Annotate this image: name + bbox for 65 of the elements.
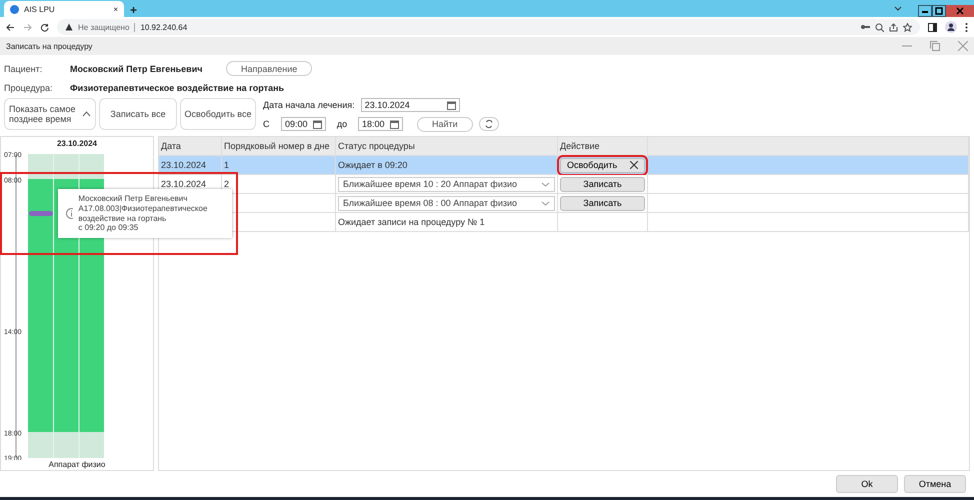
- table-cell: Ожидает в 09:20: [336, 156, 558, 175]
- column-header: Статус процедуры: [336, 137, 558, 156]
- schedule-date: 23.10.2024: [56, 139, 98, 148]
- security-label: Не защищено: [78, 22, 130, 32]
- reload-icon[interactable]: [40, 22, 49, 32]
- tooltip-text: Московский Петр Евгеньевич: [78, 194, 188, 204]
- chevron-icon: [541, 200, 550, 206]
- table-cell: Ожидает записи на процедуру № 1: [336, 213, 558, 232]
- table-cell: 1: [222, 156, 336, 175]
- key-icon[interactable]: [861, 24, 870, 30]
- site-icon: [10, 4, 19, 14]
- calendar-icon: [390, 120, 399, 128]
- time-select[interactable]: Ближайшее время 10 : 20 Аппарат физио: [338, 176, 555, 192]
- to-label: до: [336, 119, 348, 129]
- info-icon: [66, 208, 74, 219]
- column-header: Порядковый номер в дне: [222, 137, 336, 156]
- cancel-button[interactable]: Отмена: [904, 475, 966, 493]
- chevron-icon: [541, 182, 550, 186]
- start-date-field[interactable]: 23.10.2024: [360, 98, 460, 112]
- referral-button[interactable]: Направление: [226, 61, 312, 76]
- share-icon[interactable]: [889, 22, 898, 32]
- find-button[interactable]: Найти: [417, 116, 473, 132]
- release-all-button[interactable]: Освободить все: [180, 98, 256, 130]
- sidebar-icon[interactable]: [928, 22, 937, 32]
- resource-label: Аппарат физио: [48, 460, 106, 469]
- book-button[interactable]: Записать: [560, 196, 645, 210]
- close-icon: [630, 161, 638, 169]
- book-button[interactable]: Записать: [560, 176, 645, 192]
- warning-icon: [65, 23, 73, 31]
- minimize-icon[interactable]: [918, 5, 932, 17]
- patient-label: Пациент:: [4, 64, 44, 74]
- tab-title: AIS LPU: [24, 4, 55, 14]
- calendar-icon: [313, 120, 322, 128]
- tooltip-text: с 09:20 до 09:35: [78, 223, 140, 233]
- profile-icon[interactable]: [945, 21, 957, 33]
- browser-tab[interactable]: AIS LPU ×: [4, 1, 124, 17]
- ok-button[interactable]: Ok: [836, 475, 898, 493]
- restore-icon[interactable]: [932, 5, 946, 17]
- to-time-field[interactable]: 18:00: [358, 117, 403, 131]
- procedure-name: Физиотерапевтическое воздействие на гортань: [70, 82, 284, 92]
- appointment-bar: [29, 211, 53, 216]
- close-icon[interactable]: [946, 5, 974, 17]
- release-button[interactable]: Освободить: [560, 158, 645, 172]
- dialog-title: Записать на процедуру: [6, 42, 92, 50]
- star-icon[interactable]: [903, 22, 912, 32]
- time-select[interactable]: Ближайшее время 08 : 00 Аппарат физио: [338, 196, 555, 210]
- back-icon[interactable]: [6, 22, 15, 32]
- column-header: Дата: [159, 137, 222, 156]
- refresh-icon[interactable]: [478, 117, 499, 131]
- zoom-icon[interactable]: [875, 22, 884, 32]
- tab-close[interactable]: ×: [113, 4, 118, 14]
- procedure-label: Процедура:: [4, 82, 54, 92]
- table-cell: 2: [222, 175, 336, 194]
- from-label: С: [263, 119, 270, 129]
- column-header: Действие: [558, 137, 648, 156]
- menu-icon[interactable]: [965, 22, 968, 32]
- new-tab-button[interactable]: +: [130, 3, 138, 17]
- start-date-label: Дата начала лечения:: [263, 100, 355, 110]
- from-time-field[interactable]: 09:00: [281, 117, 326, 131]
- show-latest-button[interactable]: Показать самое позднее время: [4, 98, 96, 130]
- url-text[interactable]: 10.92.240.64: [140, 22, 188, 32]
- patient-name: Московский Петр Евгеньевич: [70, 64, 204, 74]
- calendar-icon: [446, 100, 456, 110]
- book-all-button[interactable]: Записать все: [99, 98, 177, 130]
- dropdown-icon[interactable]: [894, 6, 902, 12]
